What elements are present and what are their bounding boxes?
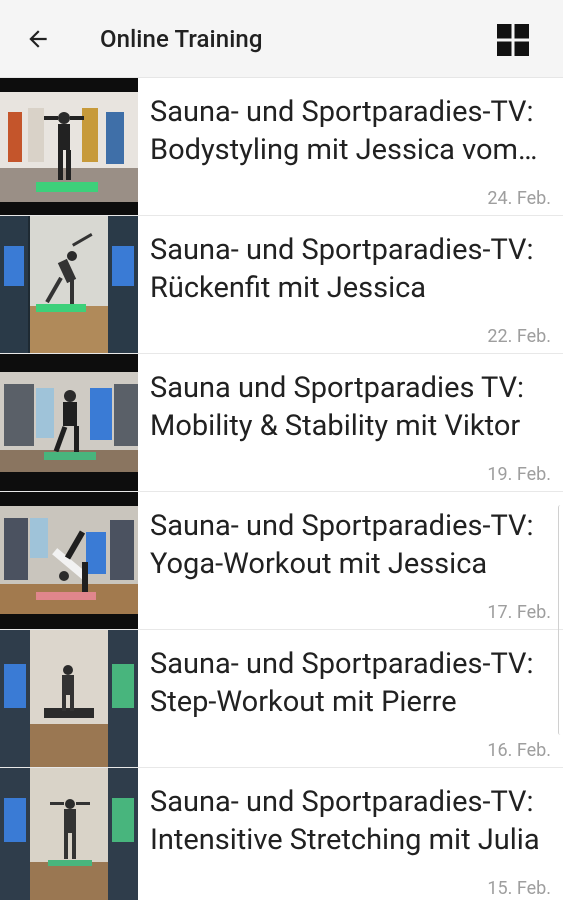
video-date: 15. Feb. (487, 878, 551, 899)
video-title: Sauna- und Sportparadies-TV: Bodystyling… (150, 95, 534, 167)
app-bar: Online Training (0, 0, 563, 78)
video-thumbnail (0, 78, 138, 215)
grid-view-icon (497, 24, 529, 56)
video-date: 24. Feb. (487, 188, 551, 209)
video-thumbnail (0, 216, 138, 353)
video-list-item[interactable]: Sauna- und Sportparadies-TV: Intensitive… (0, 768, 563, 900)
video-list-item[interactable]: Sauna- und Sportparadies-TV: Yoga-Workou… (0, 492, 563, 630)
arrow-left-icon (29, 30, 47, 48)
video-thumbnail (0, 354, 138, 491)
video-title: Sauna- und Sportparadies-TV: Yoga-Workou… (150, 509, 534, 581)
scrollbar[interactable] (558, 505, 563, 735)
video-date: 17. Feb. (487, 602, 551, 623)
video-date: 22. Feb. (487, 326, 551, 347)
video-list-item[interactable]: Sauna- und Sportparadies-TV: Rückenfit m… (0, 216, 563, 354)
page-title: Online Training (100, 25, 263, 53)
video-thumbnail (0, 768, 138, 900)
video-list-item[interactable]: Sauna- und Sportparadies-TV: Bodystyling… (0, 78, 563, 216)
video-date: 19. Feb. (487, 464, 551, 485)
video-title: Sauna- und Sportparadies-TV: Intensitive… (150, 785, 540, 857)
back-button[interactable] (16, 17, 60, 61)
grid-view-button[interactable] (493, 20, 533, 60)
video-list-item[interactable]: Sauna- und Sportparadies-TV: Step-Workou… (0, 630, 563, 768)
video-thumbnail (0, 630, 138, 767)
video-title: Sauna und Sportparadies TV: Mobility & S… (150, 371, 525, 443)
video-title: Sauna- und Sportparadies-TV: Rückenfit m… (150, 233, 534, 305)
video-list: Sauna- und Sportparadies-TV: Bodystyling… (0, 78, 563, 900)
video-title: Sauna- und Sportparadies-TV: Step-Workou… (150, 647, 534, 719)
video-date: 16. Feb. (487, 740, 551, 761)
video-list-item[interactable]: Sauna und Sportparadies TV: Mobility & S… (0, 354, 563, 492)
video-thumbnail (0, 492, 138, 629)
